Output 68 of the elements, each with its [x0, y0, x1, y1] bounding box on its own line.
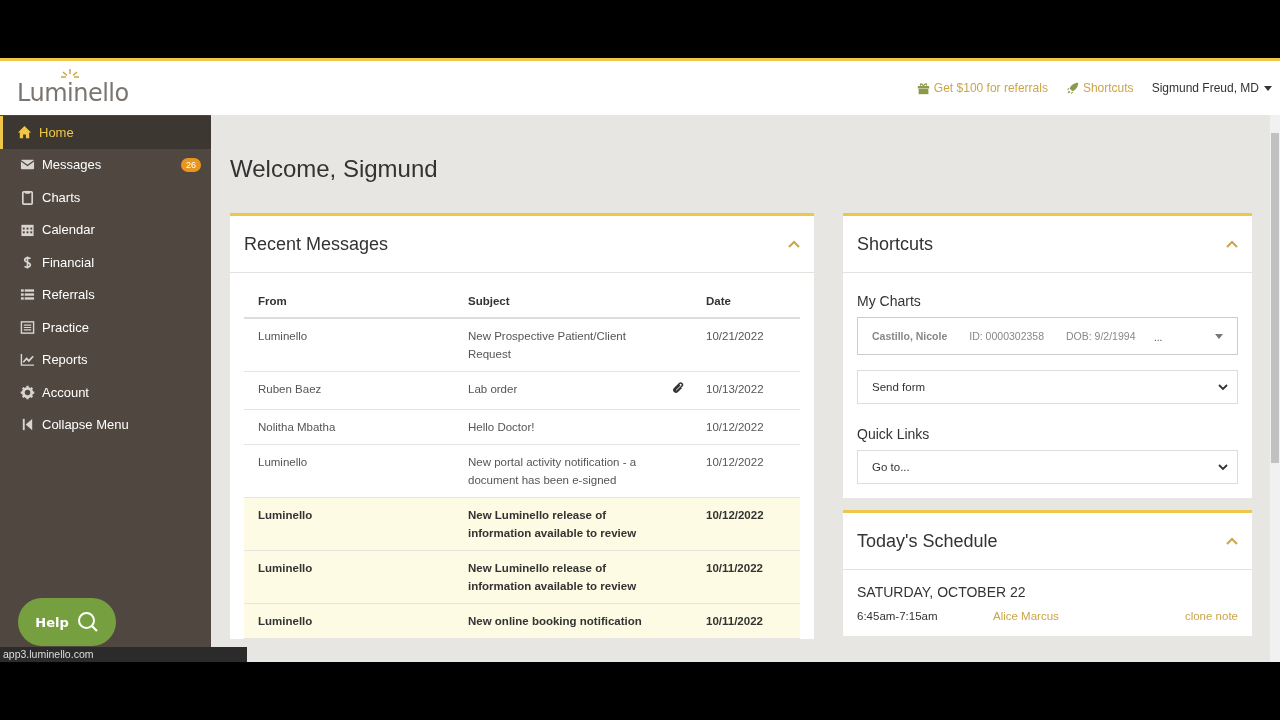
- list-icon: [20, 287, 35, 303]
- appointment-time: 6:45am-7:15am: [857, 610, 939, 622]
- table-cell: Ruben Baez: [244, 371, 454, 410]
- sidebar-item[interactable]: Messages 26: [0, 148, 211, 181]
- table-cell: Luminello: [244, 603, 454, 639]
- table-cell: Nolitha Mbatha: [244, 409, 454, 445]
- document-icon: [20, 319, 35, 335]
- table-cell: 10/12/2022: [692, 444, 800, 498]
- home-icon: [17, 124, 32, 140]
- clipboard-icon: [20, 189, 35, 205]
- table-cell: Lab order: [454, 371, 672, 410]
- gear-icon: [20, 384, 35, 400]
- sidebar-item[interactable]: Reports: [0, 343, 211, 376]
- schedule-date: SATURDAY, OCTOBER 22: [857, 584, 1027, 600]
- collapse-caret-icon[interactable]: [1226, 537, 1238, 545]
- table-cell: Luminello: [244, 318, 454, 372]
- table-cell: 10/11/2022: [692, 550, 800, 604]
- search-icon: [76, 611, 99, 633]
- column-header: From: [244, 273, 454, 318]
- status-bar: app3.luminello.com: [0, 647, 247, 662]
- sidebar-item[interactable]: Referrals: [0, 278, 211, 311]
- calendar-icon: [20, 222, 35, 238]
- table-cell: New Prospective Patient/Client Request: [454, 318, 672, 372]
- table-cell: 10/12/2022: [692, 497, 800, 551]
- card-title: Shortcuts: [857, 233, 934, 255]
- card-title: Recent Messages: [244, 233, 389, 255]
- sidebar-item[interactable]: Charts: [0, 181, 211, 214]
- sidebar-item[interactable]: Collapse Menu: [0, 408, 211, 441]
- section-label: Quick Links: [857, 426, 931, 442]
- table-cell: New Luminello release of information available to review: [454, 550, 672, 604]
- welcome-heading: Welcome, Sigmund: [230, 155, 439, 183]
- table-cell: 10/13/2022: [692, 371, 800, 410]
- sidebar-item[interactable]: Account: [0, 376, 211, 409]
- rocket-icon: [1065, 81, 1079, 95]
- section-label: My Charts: [857, 293, 922, 309]
- column-header: Subject: [454, 273, 672, 318]
- table-cell: Luminello: [244, 550, 454, 604]
- table-cell: Luminello: [244, 444, 454, 498]
- patient-select[interactable]: Castillo, Nicole ID: 0000302358 DOB: 9/2/1994 ...: [857, 317, 1238, 355]
- collapse-caret-icon[interactable]: [1226, 240, 1238, 248]
- table-cell: Luminello: [244, 497, 454, 551]
- table-cell: 10/12/2022: [692, 409, 800, 445]
- table-cell: 10/21/2022: [692, 318, 800, 372]
- table-cell: Hello Doctor!: [454, 409, 672, 445]
- collapse-icon: [20, 417, 35, 433]
- quick-links-select[interactable]: Go to...: [857, 450, 1238, 484]
- table-cell: New Luminello release of information available to review: [454, 497, 672, 551]
- chevron-down-icon: [1218, 463, 1228, 471]
- sidebar-item[interactable]: Home: [0, 116, 211, 149]
- sidebar-item[interactable]: Calendar: [0, 213, 211, 246]
- line-chart-icon: [20, 352, 35, 368]
- caret-icon: [1215, 333, 1223, 339]
- table-cell: New online booking notification: [454, 603, 672, 639]
- user-menu[interactable]: Sigmund Freud, MD: [1151, 81, 1272, 95]
- table-cell: 10/11/2022: [692, 603, 800, 639]
- form-select[interactable]: Send form: [857, 370, 1238, 404]
- card-title: Today's Schedule: [857, 530, 998, 552]
- sidebar-item[interactable]: Practice: [0, 311, 211, 344]
- count-badge: 26: [181, 157, 201, 172]
- table-cell: New portal activity notification - a document has been e-signed: [454, 444, 672, 498]
- sidebar-item[interactable]: Financial: [0, 246, 211, 279]
- caret-icon: [1264, 85, 1272, 91]
- collapse-caret-icon[interactable]: [788, 240, 800, 248]
- column-header: Date: [692, 273, 800, 318]
- chevron-down-icon: [1218, 383, 1228, 391]
- scrollbar[interactable]: [1270, 115, 1280, 662]
- gift-icon: [916, 81, 930, 95]
- logo[interactable]: Luminello: [17, 69, 129, 107]
